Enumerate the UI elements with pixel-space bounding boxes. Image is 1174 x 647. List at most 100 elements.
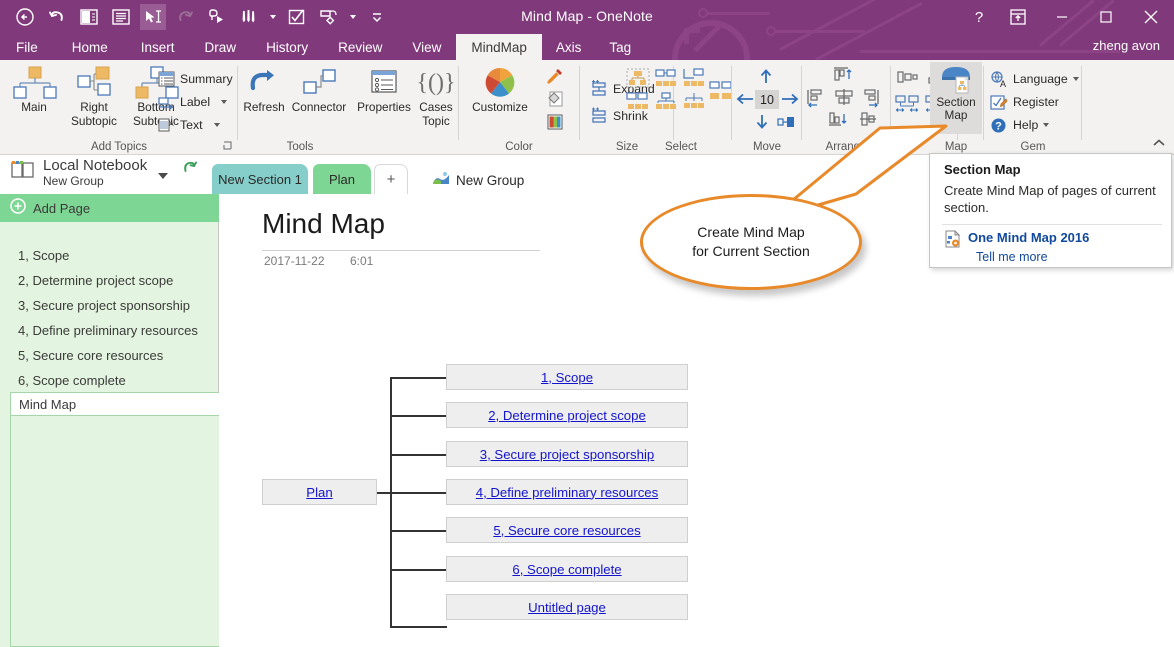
properties-button[interactable]: Properties	[352, 64, 416, 132]
chevron-up-icon[interactable]	[1152, 137, 1166, 151]
move-left-button[interactable]	[736, 92, 754, 110]
ribbon-display-options-button[interactable]	[996, 2, 1040, 32]
page-title[interactable]: Mind Map	[262, 208, 385, 240]
page-list-item-6[interactable]: 6, Scope complete	[10, 369, 219, 392]
label-button[interactable]: Label	[158, 91, 227, 113]
register-button[interactable]: Register	[990, 91, 1059, 113]
refresh-button[interactable]: Refresh	[240, 64, 288, 132]
spread-horizontal-button[interactable]	[894, 94, 916, 114]
maximize-button[interactable]	[1084, 2, 1128, 32]
help-menu-caret[interactable]	[1043, 123, 1049, 127]
select-self-button[interactable]	[626, 68, 650, 88]
user-name[interactable]: zheng avon	[1093, 38, 1160, 53]
mindmap-node-link-2[interactable]: 2, Determine project scope	[488, 408, 646, 423]
select-subtree-button[interactable]	[654, 92, 678, 112]
select-siblings-button[interactable]	[654, 68, 678, 88]
add-topics-dialog-launcher-icon[interactable]	[223, 141, 234, 152]
mindmap-branch-line-7	[390, 626, 447, 628]
mindmap-node-5[interactable]: 5, Secure core resources	[446, 517, 688, 543]
page-list-item-mind-map[interactable]: Mind Map	[10, 392, 219, 416]
section-group-new-group[interactable]: New Group	[432, 171, 524, 189]
mindmap-node-1[interactable]: 1, Scope	[446, 364, 688, 390]
ribbon-group-color: Customize Color	[458, 60, 580, 155]
title-bar: Mind Map - OneNote ? zheng avon File Hom…	[0, 0, 1174, 60]
move-step-value[interactable]: 10	[755, 90, 779, 109]
mindmap-node-2[interactable]: 2, Determine project scope	[446, 402, 688, 428]
add-right-subtopic-button[interactable]: Right Subtopic	[64, 64, 124, 132]
label-menu-caret[interactable]	[221, 100, 227, 104]
select-children-button[interactable]	[626, 92, 650, 112]
align-right-button[interactable]	[859, 87, 881, 107]
align-top-button[interactable]	[830, 65, 852, 85]
mindmap-node-link-1[interactable]: 1, Scope	[541, 370, 593, 385]
summary-button[interactable]: Summary	[158, 68, 233, 90]
tab-mindmap[interactable]: MindMap	[456, 34, 542, 60]
tooltip-tell-me-more-link[interactable]: Tell me more	[976, 250, 1048, 264]
sync-icon[interactable]	[181, 160, 199, 185]
mindmap-node-link-4[interactable]: 4, Define preliminary resources	[476, 485, 659, 500]
add-page-button[interactable]: Add Page	[0, 194, 219, 222]
tab-history[interactable]: History	[251, 34, 323, 60]
align-center-button[interactable]	[832, 87, 854, 107]
minimize-button[interactable]	[1040, 2, 1084, 32]
tab-home[interactable]: Home	[54, 34, 126, 60]
page-date[interactable]: 2017-11-22	[264, 254, 325, 268]
help-menu-button[interactable]: ? Help	[990, 114, 1049, 136]
add-section-button[interactable]: +	[374, 164, 408, 194]
mindmap-node-3[interactable]: 3, Secure project sponsorship	[446, 441, 688, 467]
tooltip-product-link[interactable]: One Mind Map 2016	[968, 230, 1089, 245]
shrink-icon	[590, 107, 608, 125]
text-button[interactable]: A Text	[158, 114, 220, 136]
help-button[interactable]: ?	[962, 2, 996, 32]
page-list-item-2[interactable]: 2, Determine project scope	[10, 269, 219, 292]
page-list-item-5[interactable]: 5, Secure core resources	[10, 344, 219, 367]
mindmap-root-link[interactable]: Plan	[306, 485, 332, 500]
notebook-selector[interactable]: Local Notebook New Group	[10, 157, 199, 188]
section-tab-plan[interactable]: Plan	[313, 164, 371, 194]
mindmap-node-7[interactable]: Untitled page	[446, 594, 688, 620]
tab-file[interactable]: File	[0, 34, 54, 60]
mindmap-root-node[interactable]: Plan	[262, 479, 377, 505]
mindmap-node-link-3[interactable]: 3, Secure project sponsorship	[480, 447, 654, 462]
page-list-item-3[interactable]: 3, Secure project sponsorship	[10, 294, 219, 317]
tab-axis[interactable]: Axis	[542, 34, 596, 60]
language-menu-caret[interactable]	[1073, 77, 1079, 81]
connector-button[interactable]: Connector	[286, 64, 352, 132]
cases-topic-button[interactable]: {()} Cases Topic	[412, 64, 460, 132]
tab-draw[interactable]: Draw	[190, 34, 252, 60]
paint-bucket-button[interactable]	[546, 88, 564, 110]
page-list-item-4[interactable]: 4, Define preliminary resources	[10, 319, 219, 342]
mindmap-node-link-5[interactable]: 5, Secure core resources	[493, 523, 640, 538]
register-label: Register	[1013, 95, 1059, 109]
eyedropper-button[interactable]	[546, 65, 564, 87]
select-pair-button[interactable]	[708, 80, 732, 100]
mindmap-node-link-6[interactable]: 6, Scope complete	[512, 562, 621, 577]
page-list-item-1[interactable]: 1, Scope	[10, 244, 219, 267]
distribute-horizontal-button[interactable]	[896, 68, 918, 88]
close-button[interactable]	[1128, 2, 1174, 32]
mindmap-branch-line-6	[390, 569, 447, 571]
move-right-button[interactable]	[781, 92, 799, 110]
page-time[interactable]: 6:01	[350, 254, 373, 268]
mindmap-node-6[interactable]: 6, Scope complete	[446, 556, 688, 582]
select-all-descendants-button[interactable]	[682, 92, 706, 112]
tab-tag[interactable]: Tag	[595, 34, 645, 60]
chevron-down-icon[interactable]	[158, 173, 168, 179]
select-branch-button[interactable]	[682, 68, 706, 88]
tab-review[interactable]: Review	[323, 34, 397, 60]
tab-insert[interactable]: Insert	[126, 34, 190, 60]
language-button[interactable]: A Language	[990, 68, 1079, 90]
customize-color-button[interactable]: Customize	[464, 64, 536, 132]
align-left-button[interactable]	[805, 87, 827, 107]
text-menu-caret[interactable]	[214, 123, 220, 127]
section-tab-new-section-1[interactable]: New Section 1	[212, 164, 308, 194]
section-map-tooltip: Section Map Create Mind Map of pages of …	[929, 153, 1172, 268]
color-spectrum-button[interactable]	[546, 111, 564, 133]
move-up-button[interactable]	[759, 68, 773, 88]
mindmap-node-link-7[interactable]: Untitled page	[528, 600, 606, 615]
tab-view[interactable]: View	[397, 34, 456, 60]
add-main-topic-button[interactable]: Main	[4, 64, 64, 132]
mindmap-node-4[interactable]: 4, Define preliminary resources	[446, 479, 688, 505]
connector-icon	[299, 64, 339, 100]
mindmap-branch-line-3	[390, 454, 447, 456]
